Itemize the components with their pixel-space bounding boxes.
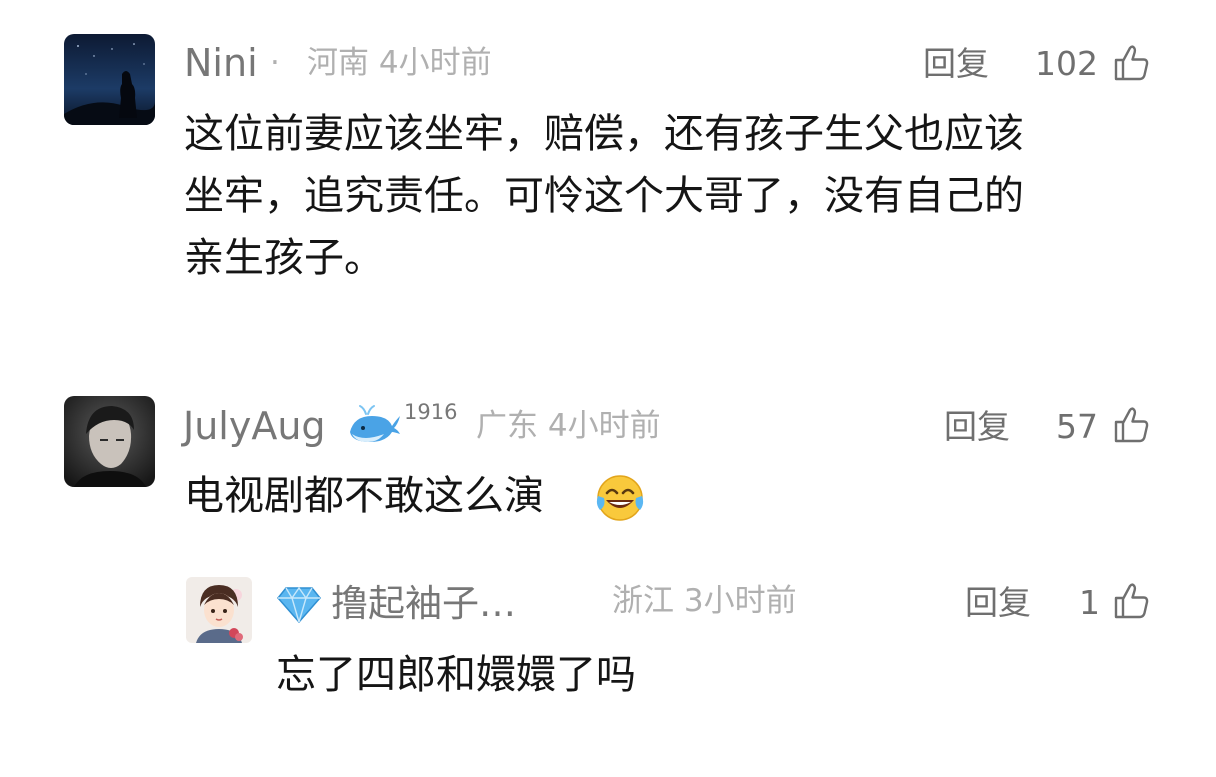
diamond-icon <box>277 586 321 624</box>
username[interactable]: 撸起袖子… <box>331 585 516 622</box>
like-count: 1 <box>1079 583 1100 622</box>
avatar-cartoon-image <box>186 577 252 643</box>
location-time: 浙江 3小时前 <box>612 583 797 619</box>
reply-comment: 撸起袖子… 浙江 3小时前 回复 1 忘了四郎和嬛嬛了吗 <box>0 0 1216 777</box>
thumbs-up-icon[interactable] <box>1112 581 1152 621</box>
reply-button[interactable]: 回复 <box>965 586 1031 619</box>
avatar[interactable] <box>186 577 252 643</box>
comment-text: 忘了四郎和嬛嬛了吗 <box>276 652 636 698</box>
